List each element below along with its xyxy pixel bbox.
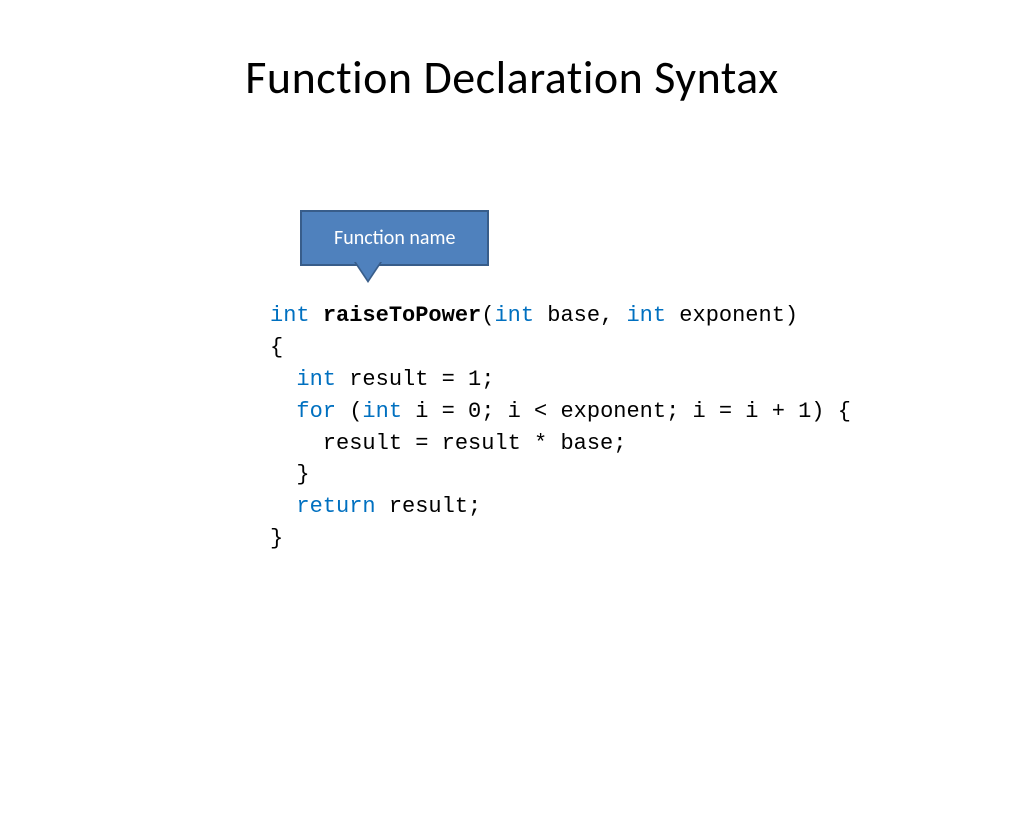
code-text bbox=[270, 367, 296, 392]
code-text: { bbox=[270, 335, 283, 360]
code-keyword: int bbox=[362, 399, 402, 424]
code-text bbox=[270, 494, 296, 519]
code-keyword: for bbox=[296, 399, 336, 424]
code-text: ( bbox=[481, 303, 494, 328]
code-text: i = 0; i < exponent; i = i + 1) { bbox=[402, 399, 851, 424]
code-text: result = 1; bbox=[336, 367, 494, 392]
code-block: int raiseToPower(int base, int exponent)… bbox=[270, 300, 851, 555]
code-text: result = result * base; bbox=[270, 431, 626, 456]
code-keyword: int bbox=[270, 303, 323, 328]
code-keyword: int bbox=[626, 303, 666, 328]
code-keyword: return bbox=[296, 494, 375, 519]
code-text bbox=[270, 399, 296, 424]
code-text: exponent) bbox=[666, 303, 798, 328]
code-text: base, bbox=[534, 303, 626, 328]
code-keyword: int bbox=[296, 367, 336, 392]
code-text: } bbox=[270, 462, 310, 487]
code-keyword: int bbox=[494, 303, 534, 328]
code-text: ( bbox=[336, 399, 362, 424]
code-text: } bbox=[270, 526, 283, 551]
callout-function-name: Function name bbox=[300, 210, 489, 266]
callout-label: Function name bbox=[334, 226, 455, 250]
code-text: result; bbox=[376, 494, 482, 519]
callout-pointer bbox=[356, 262, 380, 280]
code-function-name: raiseToPower bbox=[323, 303, 481, 328]
slide-title: Function Declaration Syntax bbox=[0, 50, 1024, 106]
